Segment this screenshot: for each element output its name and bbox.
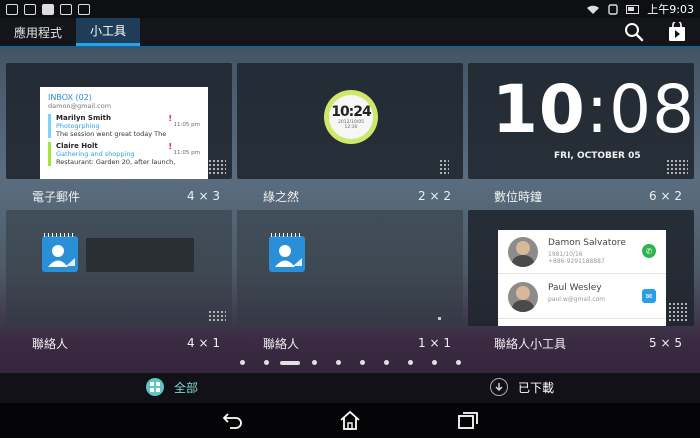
orientation-lock-icon [608, 3, 618, 15]
contact-strip [86, 238, 194, 272]
widget-name: 聯絡人 [32, 336, 69, 351]
priority-icon: ! [168, 114, 172, 123]
email-inbox-title: INBOX (02) [48, 93, 92, 102]
page-dot[interactable] [312, 360, 317, 365]
widget-green-clock[interactable]: 10:24 2012/10/05 12:30 [237, 63, 463, 179]
widget-size: 2 × 2 [418, 189, 451, 203]
green-clock-icon: 10:24 2012/10/05 12:30 [324, 90, 378, 144]
widget-name: 聯絡人 [263, 336, 300, 351]
email-account: damon@gmail.com [48, 102, 112, 110]
email-widget-preview: INBOX (02) damon@gmail.com ! Marilyn Smi… [6, 63, 232, 179]
wifi-icon [587, 5, 600, 14]
widget-name: 聯絡人小工具 [494, 336, 567, 351]
page-dot[interactable] [264, 360, 269, 365]
widget-digital-clock[interactable]: 10:08 FRI, OCTOBER 05 [468, 63, 694, 179]
widget-name: 綠之然 [263, 189, 300, 204]
widget-name: 數位時鐘 [494, 189, 543, 204]
contact-row: Paul Wesley paul.w@gmail.com ✉ [498, 275, 666, 319]
contact-card-icon [42, 233, 78, 272]
email-icon: ✉ [642, 289, 656, 303]
tab-bar: 應用程式 小工具 [0, 18, 700, 48]
navigation-bar [0, 403, 700, 438]
widget-size: 5 × 5 [649, 336, 682, 350]
widget-email[interactable]: INBOX (02) damon@gmail.com ! Marilyn Smi… [6, 63, 232, 179]
size-grid-icon [439, 159, 449, 175]
digital-clock-date: FRI, OCTOBER 05 [554, 151, 641, 161]
avatar [508, 282, 538, 312]
recents-icon[interactable] [456, 409, 480, 431]
home-icon[interactable] [338, 409, 362, 431]
notification-store-icon [78, 3, 90, 15]
widget-size: 1 × 1 [418, 336, 451, 350]
filter-downloaded-button[interactable]: 已下載 [490, 378, 554, 396]
widget-green-clock-label: 綠之然 2 × 2 [237, 182, 463, 210]
download-icon [490, 378, 508, 396]
email-preview-card: INBOX (02) damon@gmail.com ! Marilyn Smi… [40, 87, 208, 179]
status-bar: 上午9:03 [0, 0, 700, 18]
notification-image-icon [24, 3, 36, 15]
priority-icon: ! [168, 142, 172, 151]
contact-row: Damon Salvatore 1981/10/16 +886-929118888… [498, 230, 666, 274]
phone-icon: ✆ [642, 244, 656, 258]
tab-widgets[interactable]: 小工具 [76, 18, 141, 46]
widget-contacts-4x1[interactable] [6, 210, 232, 326]
grid-icon [146, 378, 164, 396]
tab-apps[interactable]: 應用程式 [0, 18, 76, 46]
page-dot[interactable] [432, 360, 437, 365]
email-message-row: ! Claire Holt Gathering and shopping Res… [48, 142, 202, 166]
contacts-list-preview: Damon Salvatore 1981/10/16 +886-929118888… [468, 210, 694, 326]
page-dot[interactable] [384, 360, 389, 365]
widget-contacts-1x1-label: 聯絡人 1 × 1 [237, 329, 463, 357]
widget-name: 電子郵件 [32, 189, 81, 204]
notification-icons [6, 3, 90, 15]
digital-clock-time: 10:08 [492, 71, 694, 148]
digital-clock-preview: 10:08 FRI, OCTOBER 05 [468, 63, 694, 179]
size-grid-icon [208, 310, 226, 322]
widget-contacts-list[interactable]: Damon Salvatore 1981/10/16 +886-929118888… [468, 210, 694, 326]
widget-email-label: 電子郵件 4 × 3 [6, 182, 232, 210]
widget-filter-bar: 全部 已下載 [0, 373, 700, 403]
size-grid-icon [668, 302, 688, 322]
green-clock-preview: 10:24 2012/10/05 12:30 [237, 63, 463, 179]
size-grid-icon [666, 159, 688, 175]
page-dot[interactable] [360, 360, 365, 365]
contact-card-icon [269, 233, 305, 272]
contacts-1x1-preview [237, 210, 463, 326]
widget-contacts-list-label: 聯絡人小工具 5 × 5 [468, 329, 694, 357]
contacts-list-card: Damon Salvatore 1981/10/16 +886-929118888… [498, 230, 666, 326]
notification-sync-icon [42, 3, 54, 15]
size-grid-icon [438, 317, 441, 320]
search-icon[interactable] [624, 22, 644, 42]
avatar [508, 237, 538, 267]
battery-icon [626, 4, 640, 14]
back-icon[interactable] [221, 409, 245, 431]
widget-digital-clock-label: 數位時鐘 6 × 2 [468, 182, 694, 210]
widget-contacts-1x1[interactable] [237, 210, 463, 326]
size-grid-icon [208, 159, 226, 175]
filter-all-button[interactable]: 全部 [146, 378, 198, 396]
page-dot[interactable] [240, 360, 245, 365]
page-dot-active[interactable] [280, 361, 300, 365]
page-dot[interactable] [456, 360, 461, 365]
widget-size: 4 × 1 [187, 336, 220, 350]
play-store-icon[interactable] [668, 22, 686, 42]
page-indicator [0, 358, 700, 368]
email-message-row: ! Marilyn Smith Photogrphing The session… [48, 114, 202, 138]
page-dot[interactable] [336, 360, 341, 365]
notification-calendar-icon [6, 3, 18, 15]
widget-size: 6 × 2 [649, 189, 682, 203]
widget-size: 4 × 3 [187, 189, 220, 203]
page-dot[interactable] [408, 360, 413, 365]
notification-check-icon [60, 3, 72, 15]
widget-contacts-4x1-label: 聯絡人 4 × 1 [6, 329, 232, 357]
contacts-4x1-preview [6, 210, 232, 326]
status-time: 上午9:03 [647, 3, 694, 16]
